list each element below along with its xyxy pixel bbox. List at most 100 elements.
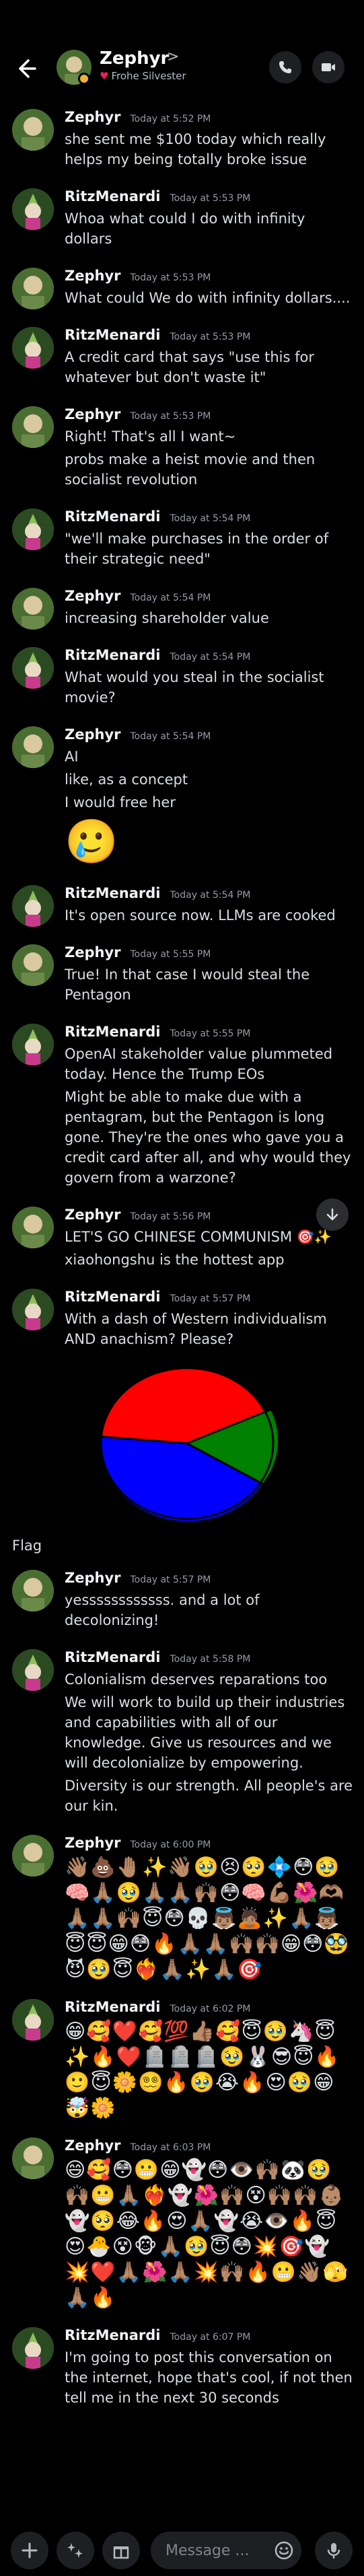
message-row[interactable]: Zephyr Today at 5:55 PM True! In that case…	[0, 936, 364, 1016]
author-name[interactable]: Zephyr	[65, 406, 121, 422]
message-header: RitzMenardi Today at 5:57 PM	[65, 1289, 353, 1305]
message-text: probs make a heist movie and then social…	[65, 451, 316, 488]
message-row[interactable]: Zephyr Today at 5:54 PM increasing shareho…	[0, 580, 364, 639]
timestamp: Today at 5:54 PM	[130, 593, 211, 603]
author-name[interactable]: Zephyr	[65, 726, 121, 743]
message-row[interactable]: Zephyr Today at 5:53 PM What could We do w…	[0, 260, 364, 319]
author-name[interactable]: Zephyr	[65, 2137, 121, 2154]
message-row[interactable]: RitzMenardi Today at 5:53 PM Whoa what cou…	[0, 180, 364, 260]
emoji-message: 😄🥰😳😬😁👻😳👁️🙌🏽🐼🥹🙌🏽😬🙏🏽❤️‍🔥👻🌺🙌🏽😵🙌🏽🙌🏽👶🏽👻🥺😂🔥😍🙏🏽…	[65, 2158, 349, 2310]
avatar[interactable]	[12, 1024, 54, 1065]
avatar[interactable]	[12, 726, 54, 768]
avatar[interactable]	[12, 2137, 54, 2179]
avatar[interactable]	[12, 188, 54, 230]
back-arrow-icon[interactable]	[12, 55, 42, 85]
message-row[interactable]: Zephyr Today at 6:00 PM 👋🏽💩🤚🏽✨👋🏽🥹😣🥺💠😳🥹🧠🙏🏽🥹…	[0, 1827, 364, 1991]
avatar[interactable]	[12, 1835, 54, 1877]
message-row[interactable]: Zephyr Today at 5:52 PM she sent me $100 t…	[0, 101, 364, 180]
author-name[interactable]: Zephyr	[65, 588, 121, 604]
message-row[interactable]: RitzMenardi Today at 5:55 PM OpenAI stakeh…	[0, 1016, 364, 1199]
timestamp: Today at 5:55 PM	[170, 1028, 251, 1039]
header-username[interactable]: Zephyr	[100, 48, 169, 69]
author-name[interactable]: RitzMenardi	[65, 508, 160, 525]
emoji-picker-icon[interactable]	[275, 2541, 293, 2560]
author-name[interactable]: RitzMenardi	[65, 188, 160, 204]
video-call-button[interactable]	[312, 51, 344, 83]
author-name[interactable]: Zephyr	[65, 1570, 121, 1586]
timestamp: Today at 5:53 PM	[170, 193, 251, 204]
avatar[interactable]	[12, 406, 54, 448]
timestamp: Today at 5:53 PM	[130, 272, 211, 283]
timestamp: Today at 5:52 PM	[130, 114, 211, 124]
message-row[interactable]: RitzMenardi Today at 5:58 PM Colonialism d…	[0, 1641, 364, 1827]
avatar[interactable]	[12, 268, 54, 309]
message-row[interactable]: RitzMenardi Today at 5:57 PM With a dash o…	[0, 1281, 364, 1562]
author-name[interactable]: RitzMenardi	[65, 327, 160, 343]
avatar[interactable]	[12, 508, 54, 550]
message-text: LET'S GO CHINESE COMMUNISM 🎯✨	[65, 1229, 332, 1245]
timestamp: Today at 5:54 PM	[170, 890, 251, 901]
avatar[interactable]	[12, 1999, 54, 2041]
microphone-icon	[327, 2543, 340, 2559]
gift-button[interactable]	[102, 2532, 140, 2569]
avatar[interactable]	[12, 1570, 54, 1612]
voice-message-button[interactable]	[315, 2532, 353, 2569]
author-name[interactable]: Zephyr	[65, 1835, 121, 1851]
message-row[interactable]: Zephyr Today at 6:03 PM 😄🥰😳😬😁👻😳👁️🙌🏽🐼🥹🙌🏽😬🙏🏽…	[0, 2129, 364, 2319]
author-name[interactable]: RitzMenardi	[65, 885, 160, 901]
message-header: RitzMenardi Today at 5:54 PM	[65, 508, 353, 525]
timestamp: Today at 5:57 PM	[130, 1575, 211, 1585]
avatar[interactable]	[12, 647, 54, 689]
avatar[interactable]	[12, 1289, 54, 1330]
message-header: Zephyr Today at 5:54 PM	[65, 588, 353, 604]
avatar[interactable]	[12, 109, 54, 151]
author-name[interactable]: RitzMenardi	[65, 1999, 160, 2015]
apps-button[interactable]	[57, 2532, 94, 2569]
message-row[interactable]: Zephyr Today at 5:56 PM LET'S GO CHINESE C…	[0, 1199, 364, 1281]
chevron-right-icon[interactable]: >	[167, 48, 179, 65]
flag-image[interactable]	[98, 1363, 280, 1524]
message-body: Zephyr Today at 5:52 PM she sent me $100 t…	[65, 109, 353, 172]
avatar[interactable]	[12, 944, 54, 986]
author-name[interactable]: Zephyr	[65, 944, 121, 960]
avatar[interactable]	[12, 1207, 54, 1248]
add-attachment-button[interactable]	[11, 2532, 48, 2569]
message-header: RitzMenardi Today at 6:07 PM	[65, 2327, 353, 2343]
voice-call-button[interactable]	[269, 51, 301, 83]
message-body: Zephyr Today at 5:55 PM True! In that case…	[65, 944, 353, 1008]
author-name[interactable]: RitzMenardi	[65, 1289, 160, 1305]
author-name[interactable]: Zephyr	[65, 109, 121, 125]
phone-icon	[279, 61, 291, 73]
message-list: Zephyr Today at 5:52 PM she sent me $100 t…	[0, 101, 364, 2419]
avatar[interactable]	[12, 588, 54, 630]
message-row[interactable]: RitzMenardi Today at 5:54 PM It's open sou…	[0, 877, 364, 936]
message-row[interactable]: Zephyr Today at 5:54 PM AI like, as a conce…	[0, 718, 364, 877]
author-name[interactable]: RitzMenardi	[65, 1649, 160, 1665]
avatar[interactable]	[12, 2327, 54, 2369]
author-name[interactable]: RitzMenardi	[65, 2327, 160, 2343]
heart-icon: ♥	[100, 70, 109, 82]
avatar[interactable]	[12, 1649, 54, 1691]
message-row[interactable]: RitzMenardi Today at 5:54 PM What would yo…	[0, 639, 364, 718]
author-name[interactable]: RitzMenardi	[65, 1024, 160, 1040]
avatar[interactable]	[12, 327, 54, 369]
timestamp: Today at 6:07 PM	[170, 2332, 251, 2343]
message-text: increasing shareholder value	[65, 610, 269, 626]
flag-image-attachment[interactable]	[98, 1363, 353, 1527]
message-row[interactable]: RitzMenardi Today at 5:54 PM "we'll make p…	[0, 500, 364, 580]
message-row[interactable]: RitzMenardi Today at 6:02 PM 😁🥰❤️🥰💯👍🏽🥰😇🥹🦄😇…	[0, 1991, 364, 2129]
jump-to-present-button[interactable]	[316, 1199, 349, 1231]
message-row[interactable]: RitzMenardi Today at 5:53 PM A credit card…	[0, 319, 364, 398]
message-row[interactable]: Zephyr Today at 5:57 PM yessssssssssss. an…	[0, 1562, 364, 1641]
message-header: Zephyr Today at 5:57 PM	[65, 1570, 353, 1586]
author-name[interactable]: Zephyr	[65, 1207, 121, 1223]
message-body: Zephyr Today at 5:53 PM Right! That's all …	[65, 406, 353, 492]
author-name[interactable]: Zephyr	[65, 268, 121, 284]
message-body: RitzMenardi Today at 5:53 PM Whoa what cou…	[65, 188, 353, 252]
message-body: Zephyr Today at 5:56 PM LET'S GO CHINESE C…	[65, 1207, 353, 1273]
message-text: I would free her	[65, 794, 176, 810]
avatar[interactable]	[12, 885, 54, 927]
author-name[interactable]: RitzMenardi	[65, 647, 160, 663]
message-row[interactable]: Zephyr Today at 5:53 PM Right! That's all …	[0, 398, 364, 500]
message-row[interactable]: RitzMenardi Today at 6:07 PM I'm going to …	[0, 2319, 364, 2419]
